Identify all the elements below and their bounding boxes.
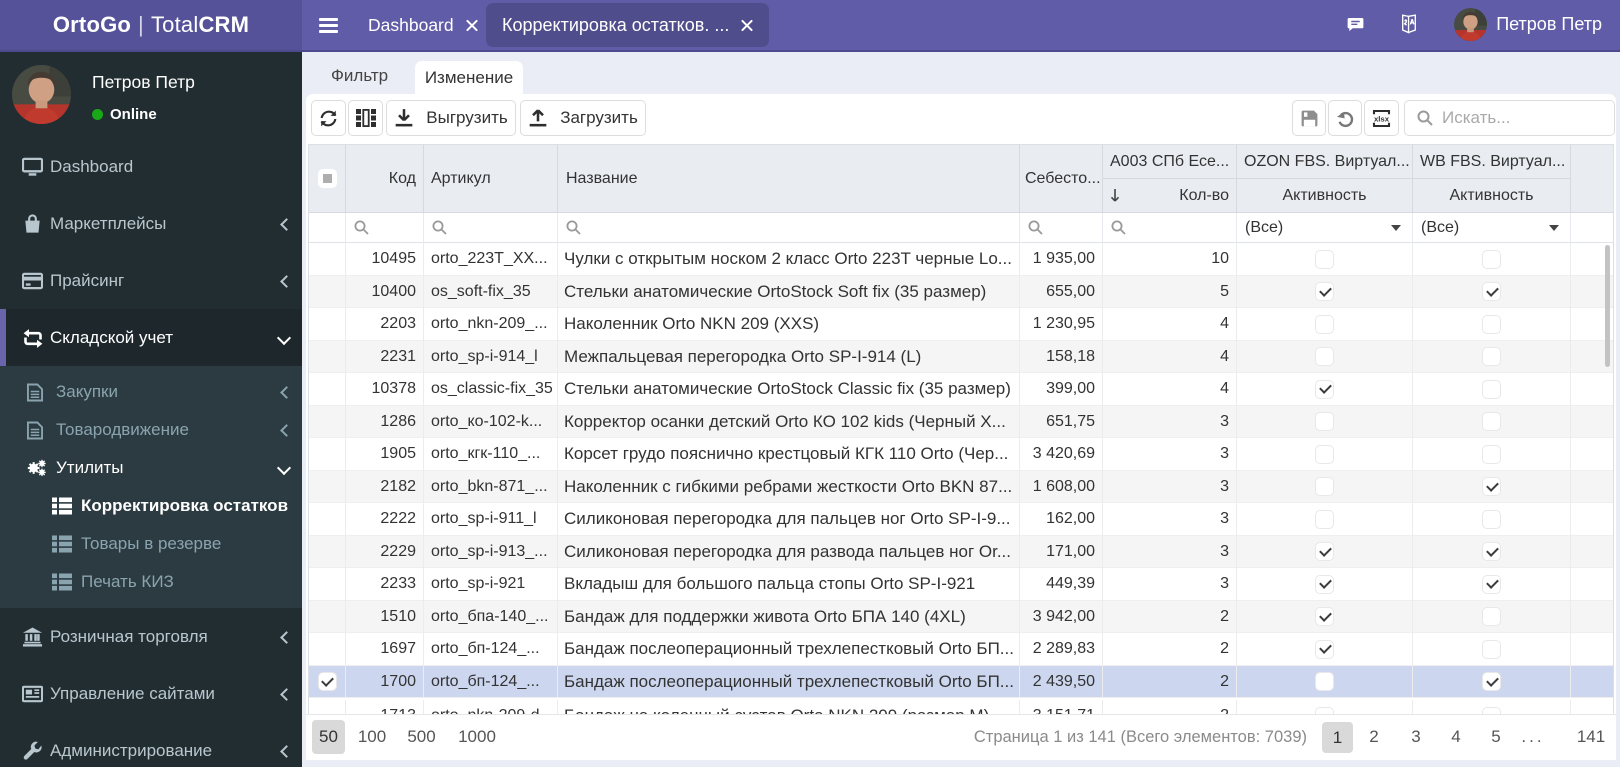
svg-text:xlsx: xlsx <box>1374 114 1390 123</box>
